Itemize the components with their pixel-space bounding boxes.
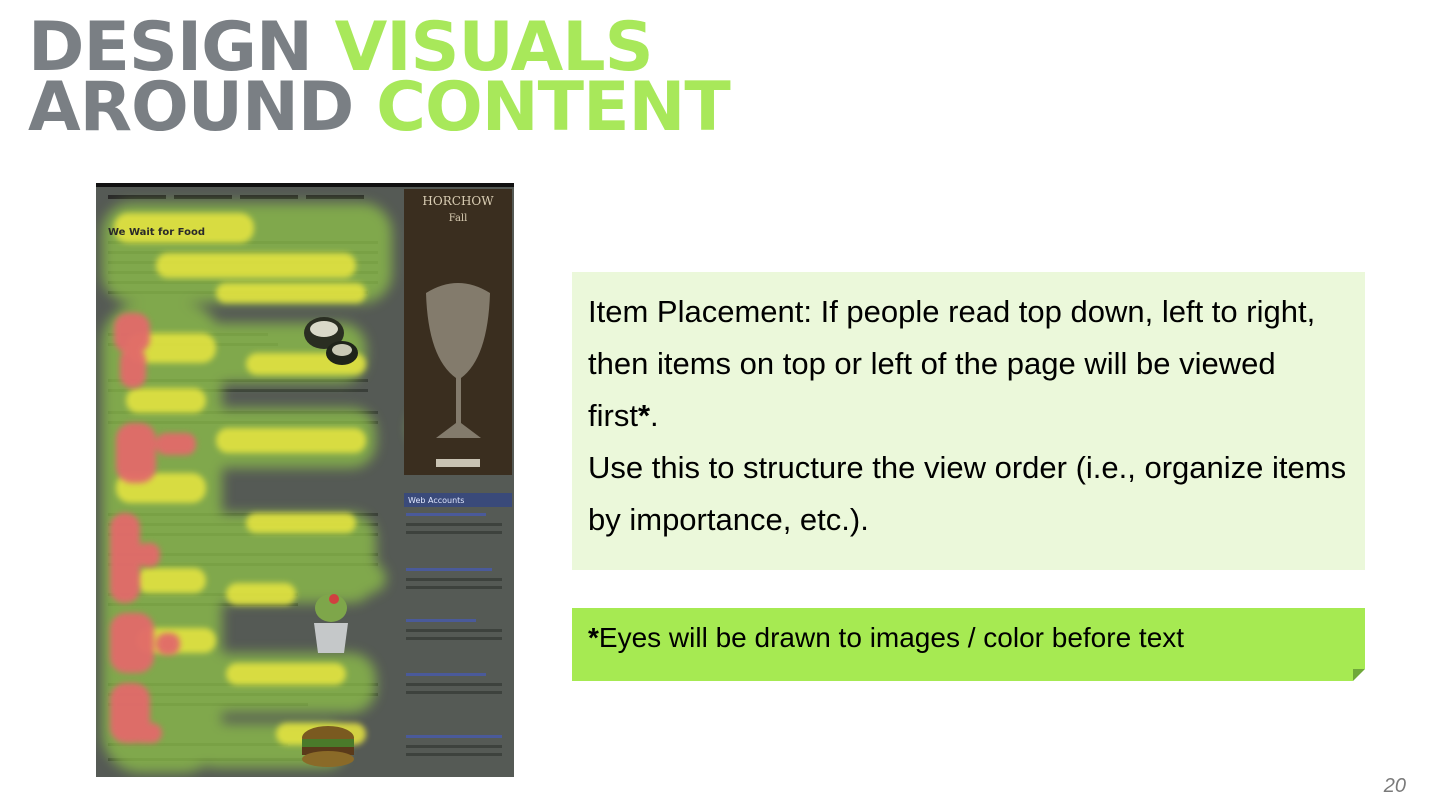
heatmap-headline: We Wait for Food	[108, 227, 205, 238]
title-word-around: AROUND	[28, 68, 354, 147]
asterisk-marker: *	[637, 398, 651, 433]
sidebar-title: Web Accounts	[408, 496, 464, 505]
title-line-2: AROUND CONTENT	[28, 74, 731, 142]
footnote-callout: *Eyes will be drawn to images / color be…	[572, 608, 1365, 681]
burger-image	[302, 726, 354, 767]
item-placement-paragraph: Item Placement: If people read top down,…	[588, 286, 1349, 442]
horchow-ad: HORCHOW Fall	[404, 189, 512, 475]
footnote-text: Eyes will be drawn to images / color bef…	[598, 622, 1185, 653]
footnote-asterisk: *	[588, 622, 599, 653]
ad-brand: HORCHOW	[422, 194, 494, 208]
heatmap-graphic: We Wait for Food HORCHOW Fall Web Accoun…	[96, 183, 514, 777]
page-number: 20	[1383, 775, 1406, 797]
title-word-content: CONTENT	[376, 68, 731, 147]
slide-title: DESIGN VISUALS AROUND CONTENT	[28, 14, 731, 142]
salad-image	[314, 594, 348, 653]
item-placement-textbox: Item Placement: If people read top down,…	[572, 272, 1365, 570]
item-placement-text: Item Placement: If people read top down,…	[588, 294, 1316, 433]
ad-subtitle: Fall	[449, 213, 468, 224]
folded-corner-decoration	[1353, 669, 1365, 681]
view-order-paragraph: Use this to structure the view order (i.…	[588, 450, 1347, 537]
eye-tracking-heatmap-image: We Wait for Food HORCHOW Fall Web Accoun…	[96, 183, 514, 777]
period: .	[650, 398, 659, 433]
